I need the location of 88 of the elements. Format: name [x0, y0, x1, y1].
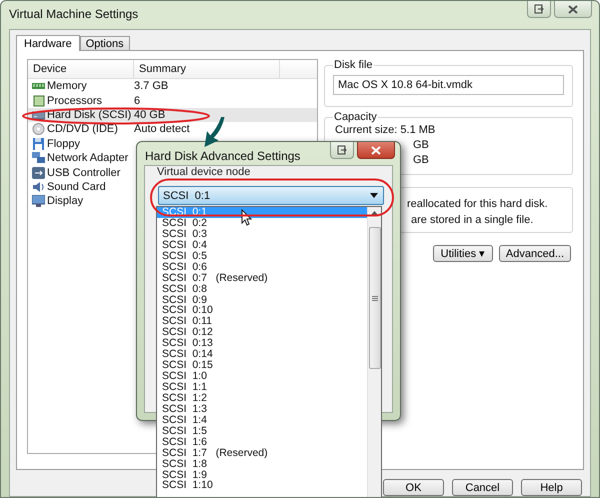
caret-icon [370, 193, 378, 198]
dropdown-option[interactable]: SCSI 0:3 [157, 228, 367, 240]
device-row[interactable]: Display [28, 194, 137, 209]
group-label: Virtual device node [157, 166, 250, 178]
usb-icon [32, 166, 45, 179]
dialog-button[interactable]: Help [521, 479, 582, 496]
dropdown-option[interactable]: SCSI 1:1 [157, 382, 367, 393]
close-button[interactable] [554, 1, 592, 18]
dropdown-option[interactable]: SCSI 1:6 [157, 436, 367, 448]
speaker-icon [32, 180, 45, 193]
dropdown-option[interactable]: SCSI 1:9 [157, 470, 367, 480]
dropdown-option[interactable]: SCSI 0:15 [157, 360, 367, 372]
allocation-text: are stored in a single file. [411, 213, 534, 228]
window-title: Virtual Machine Settings [9, 7, 140, 21]
scroll-up-icon[interactable] [371, 211, 378, 215]
device-summary: 40 GB [134, 108, 166, 121]
device-node-dropdown[interactable]: SCSI 0:1 [158, 186, 384, 205]
device-name: Processors [47, 94, 102, 107]
dialog-button[interactable]: OK [383, 479, 444, 496]
network-icon [32, 152, 45, 164]
disk-file-field[interactable]: Mac OS X 10.8 64-bit.vmdk [333, 75, 564, 95]
dropdown-option[interactable]: SCSI 1:5 [157, 426, 367, 437]
dropdown-value: SCSI 0:1 [163, 190, 210, 202]
allocation-text: reallocated for this hard disk. [407, 197, 548, 212]
restore-button[interactable] [527, 1, 551, 18]
advanced-button[interactable]: Advanced... [498, 245, 571, 262]
dropdown-option[interactable]: SCSI 0:5 [157, 250, 367, 262]
restore-icon [337, 145, 347, 155]
capacity-text: GB [413, 138, 429, 153]
tab[interactable]: Hardware [16, 35, 80, 51]
group-label: Disk file [333, 59, 374, 71]
device-row[interactable]: Processors 6 [28, 93, 144, 108]
device-summary: 3.7 GB [134, 80, 168, 92]
dropdown-option[interactable]: SCSI 1:0 [157, 371, 367, 382]
dropdown-option[interactable]: SCSI 0:7 (Reserved) [157, 272, 367, 284]
device-row[interactable]: Memory 3.7 GB [28, 79, 172, 94]
dropdown-option[interactable]: SCSI 0:10 [157, 305, 367, 316]
device-name: Sound Card [47, 180, 106, 193]
dropdown-option[interactable]: SCSI 1:2 [157, 392, 367, 404]
scroll-thumb[interactable] [368, 227, 380, 369]
monitor-icon [32, 195, 45, 208]
dropdown-option[interactable]: SCSI 0:2 [157, 218, 367, 229]
dropdown-option[interactable]: SCSI 0:8 [157, 284, 367, 294]
capacity-text: Current size: 5.1 MB [335, 123, 436, 138]
dropdown-option[interactable]: SCSI 0:13 [157, 338, 367, 350]
device-name: Hard Disk (SCSI) [47, 108, 132, 121]
scrollbar[interactable] [367, 207, 381, 497]
column-header[interactable]: Summary [134, 60, 280, 78]
utilities-button[interactable]: Utilities ▾ [432, 245, 493, 262]
dropdown-option[interactable]: SCSI 1:4 [157, 414, 367, 426]
device-name: Floppy [47, 138, 80, 150]
dropdown-option[interactable]: SCSI 1:7 (Reserved) [157, 448, 367, 459]
restore-icon [534, 4, 544, 14]
device-summary: 6 [134, 94, 140, 107]
device-row[interactable]: Sound Card [28, 180, 137, 194]
device-name: Display [47, 195, 84, 208]
device-row[interactable]: USB Controller [28, 165, 137, 180]
mouse-pointer-icon [241, 209, 253, 227]
device-row[interactable]: Floppy [28, 136, 137, 151]
device-name: Network Adapter [47, 152, 128, 164]
device-name: Memory [47, 80, 87, 92]
dialog-title: Hard Disk Advanced Settings [145, 149, 302, 163]
capacity-text: GB [413, 153, 429, 168]
group-label: Capacity [333, 111, 378, 123]
close-button[interactable] [357, 142, 395, 159]
dropdown-option[interactable]: SCSI 1:3 [157, 404, 367, 415]
disc-icon [32, 123, 45, 136]
tab[interactable]: Options [80, 36, 130, 50]
close-icon [568, 4, 578, 14]
device-row[interactable]: CD/DVD (IDE) Auto detect [28, 122, 193, 137]
column-header[interactable]: Device [28, 60, 134, 78]
dropdown-option[interactable]: SCSI 0:11 [157, 316, 367, 328]
dropdown-option[interactable]: SCSI 0:12 [157, 327, 367, 338]
device-row[interactable]: Network Adapter [28, 150, 137, 166]
dropdown-option[interactable]: SCSI 1:8 [157, 458, 367, 470]
device-name: USB Controller [47, 166, 120, 179]
device-name: CD/DVD (IDE) [47, 123, 118, 136]
dropdown-option[interactable]: SCSI 1:10 [157, 480, 367, 492]
dropdown-option[interactable]: SCSI 0:6 [157, 262, 367, 273]
dropdown-option[interactable]: SCSI 0:9 [157, 294, 367, 306]
close-icon [371, 146, 381, 154]
dialog-button[interactable]: Cancel [452, 479, 513, 496]
restore-button[interactable] [330, 142, 354, 159]
floppy-icon [32, 138, 45, 150]
device-summary: Auto detect [134, 123, 190, 136]
dropdown-option[interactable]: SCSI 0:14 [157, 349, 367, 360]
dropdown-option[interactable]: SCSI 0:4 [157, 240, 367, 251]
chip-icon [32, 94, 45, 107]
